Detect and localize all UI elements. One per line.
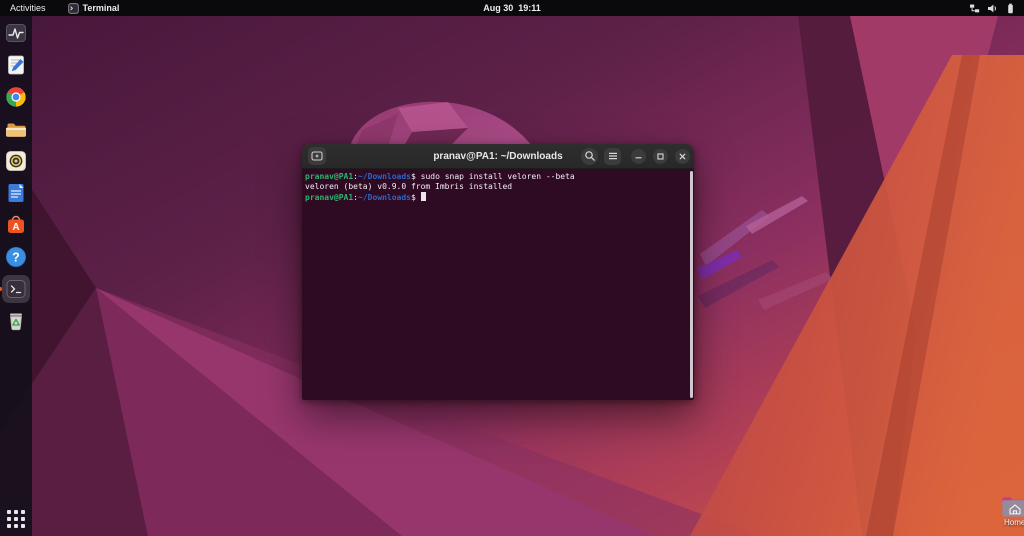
show-applications-button[interactable] xyxy=(7,510,25,528)
focused-app-menu[interactable]: Terminal xyxy=(68,3,120,14)
menu-button[interactable] xyxy=(604,148,621,165)
dock-item-trash[interactable] xyxy=(5,310,27,332)
system-monitor-icon xyxy=(5,22,27,44)
hamburger-menu-icon xyxy=(607,150,619,162)
text-editor-icon xyxy=(5,54,27,76)
ubuntu-software-icon: A xyxy=(5,214,27,236)
dock-item-libreoffice-writer[interactable] xyxy=(5,182,27,204)
terminal-line-output: veloren (beta) v0.9.0 from Imbris instal… xyxy=(305,182,686,192)
rhythmbox-icon xyxy=(5,150,27,172)
grid-dot xyxy=(21,510,25,514)
grid-dot xyxy=(14,524,18,528)
dock-item-files[interactable] xyxy=(5,118,27,140)
dock-item-rhythmbox[interactable] xyxy=(5,150,27,172)
terminal-scrollbar[interactable] xyxy=(690,171,693,398)
files-icon xyxy=(5,118,27,140)
activities-button[interactable]: Activities xyxy=(10,3,46,13)
grid-dot xyxy=(14,510,18,514)
terminal-window: pranav@PA1: ~/Downloads xyxy=(302,144,694,400)
grid-dot xyxy=(21,524,25,528)
dock-item-help[interactable]: ? xyxy=(5,246,27,268)
dock-item-ubuntu-software[interactable]: A xyxy=(5,214,27,236)
command-text: sudo snap install veloren --beta xyxy=(421,172,575,181)
terminal-line-command: pranav@PA1:~/Downloads$ sudo snap instal… xyxy=(305,172,686,182)
maximize-icon xyxy=(655,151,666,162)
grid-dot xyxy=(21,517,25,521)
svg-text:A: A xyxy=(12,222,19,233)
grid-dot xyxy=(7,517,11,521)
grid-dot xyxy=(7,510,11,514)
dock-item-text-editor[interactable] xyxy=(5,54,27,76)
home-folder-icon xyxy=(1002,496,1024,517)
libreoffice-writer-icon xyxy=(5,182,27,204)
minimize-button[interactable] xyxy=(631,149,646,164)
maximize-button[interactable] xyxy=(653,149,668,164)
terminal-titlebar[interactable]: pranav@PA1: ~/Downloads xyxy=(302,144,694,169)
new-tab-icon xyxy=(310,149,324,163)
terminal-app-icon xyxy=(68,3,79,14)
grid-dot xyxy=(14,517,18,521)
terminal-line-prompt: pranav@PA1:~/Downloads$ xyxy=(305,192,686,203)
network-icon xyxy=(969,3,980,14)
home-folder-label: Home xyxy=(1004,518,1024,527)
titlebar-buttons xyxy=(581,148,690,165)
svg-text:?: ? xyxy=(12,251,20,265)
battery-icon xyxy=(1005,3,1016,14)
minimize-icon xyxy=(633,151,644,162)
clock[interactable]: Aug 30 19:11 xyxy=(0,3,1024,13)
focused-app-label: Terminal xyxy=(83,3,120,13)
running-indicator-dot xyxy=(0,287,2,291)
close-icon xyxy=(677,151,688,162)
dock-item-system-monitor[interactable] xyxy=(5,22,27,44)
search-button[interactable] xyxy=(581,148,598,165)
top-bar: Activities Terminal Aug 30 19:11 xyxy=(0,0,1024,16)
terminal-body[interactable]: pranav@PA1:~/Downloads$ sudo snap instal… xyxy=(302,169,694,400)
new-tab-button[interactable] xyxy=(308,147,326,165)
terminal-cursor xyxy=(421,192,426,201)
terminal-icon xyxy=(5,278,27,300)
volume-icon xyxy=(987,3,998,14)
dock: A ? xyxy=(0,16,32,536)
search-icon xyxy=(584,150,596,162)
grid-dot xyxy=(7,524,11,528)
trash-icon xyxy=(5,310,27,332)
help-icon: ? xyxy=(5,246,27,268)
system-status-area[interactable] xyxy=(969,3,1016,14)
dock-item-chrome[interactable] xyxy=(5,86,27,108)
chrome-icon xyxy=(5,86,27,108)
close-button[interactable] xyxy=(675,149,690,164)
dock-item-terminal[interactable] xyxy=(5,278,27,300)
desktop-home-folder[interactable]: Home xyxy=(1002,496,1024,527)
